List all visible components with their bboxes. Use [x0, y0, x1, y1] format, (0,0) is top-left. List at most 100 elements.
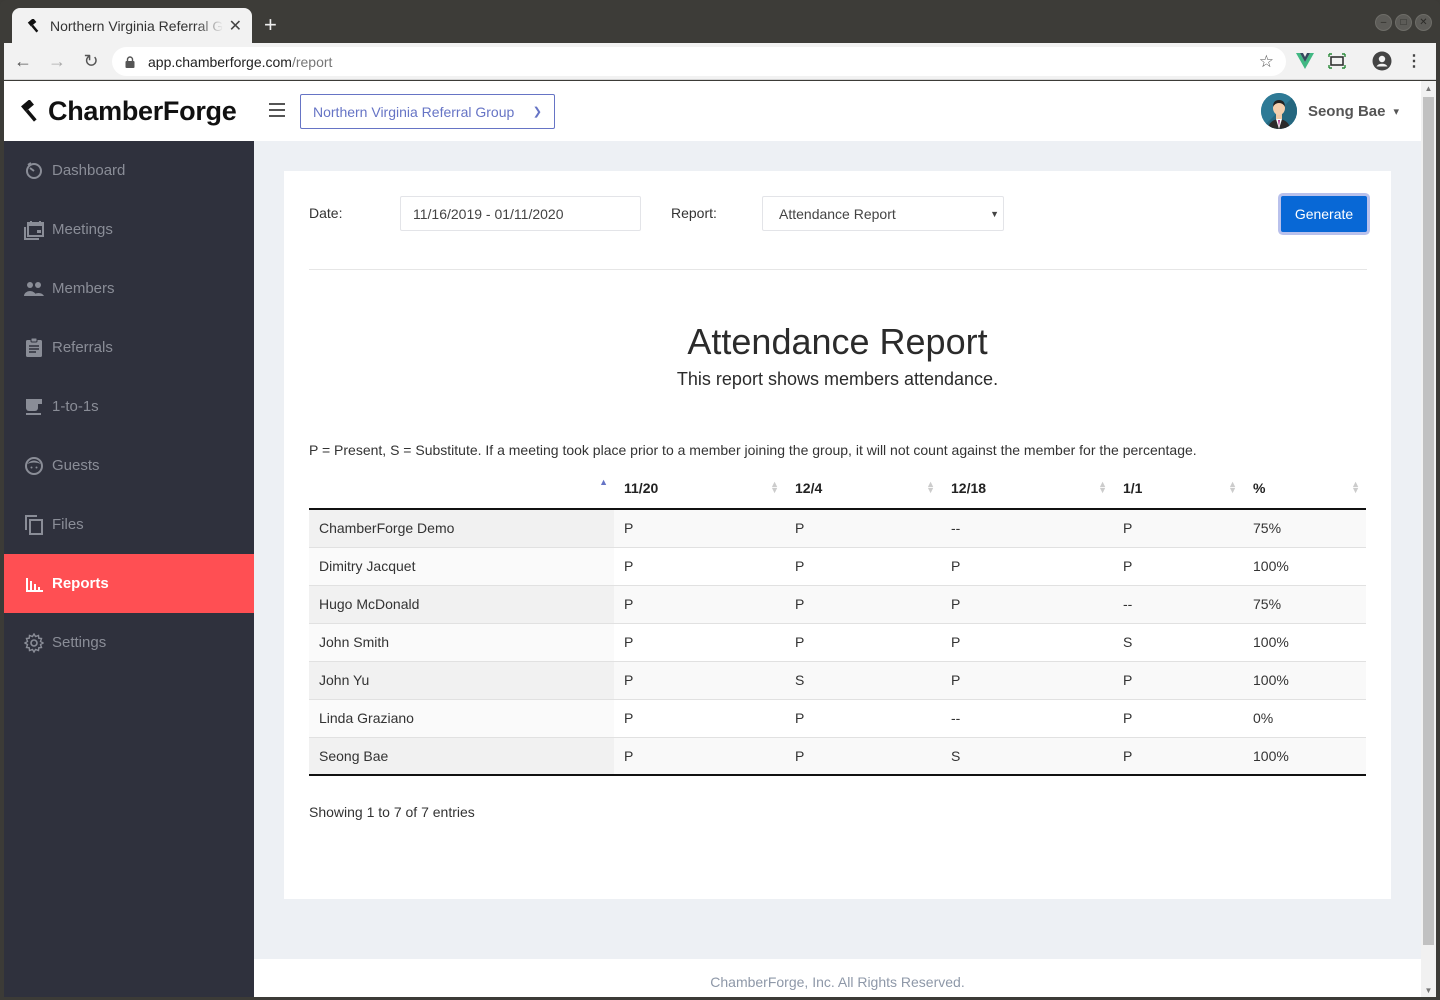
sidebar-item-settings[interactable]: Settings	[4, 613, 254, 672]
dropdown-caret-icon: ▼	[990, 208, 999, 219]
sidebar-item-reports[interactable]: Reports	[4, 554, 254, 613]
url-host: app.chamberforge.com	[148, 53, 292, 70]
attendance-cell: P	[785, 699, 941, 738]
screen-capture-icon[interactable]	[1326, 50, 1348, 72]
sidebar-item-files[interactable]: Files	[4, 495, 254, 554]
sidebar-item-label: Dashboard	[52, 162, 126, 179]
table-row: Linda Graziano P P -- P 0%	[309, 699, 1366, 738]
date-range-input[interactable]: 11/16/2019 - 01/11/2020	[400, 196, 641, 231]
generate-button[interactable]: Generate	[1281, 196, 1367, 232]
sidebar-item-members[interactable]: Members	[4, 259, 254, 318]
report-type-value: Attendance Report	[779, 205, 896, 222]
attendance-cell: P	[1113, 509, 1243, 548]
attendance-cell: S	[941, 737, 1113, 776]
column-header-percent[interactable]: % ▲ ▼	[1243, 467, 1366, 510]
back-button[interactable]: ←	[8, 46, 38, 76]
footer: ChamberForge, Inc. All Rights Reserved.	[254, 959, 1421, 997]
attendance-cell: P	[614, 623, 785, 662]
window-close-button[interactable]: ✕	[1415, 14, 1432, 31]
tab-title: Northern Virginia Referral Group	[50, 17, 223, 34]
sidebar-item-referrals[interactable]: Referrals	[4, 318, 254, 377]
table-row: Seong Bae P P S P 100%	[309, 737, 1366, 776]
attendance-cell: P	[614, 737, 785, 776]
table-row: John Yu P S P P 100%	[309, 661, 1366, 700]
attendance-cell: P	[941, 661, 1113, 700]
report-label: Report:	[671, 205, 717, 221]
page-scrollbar[interactable]: ▲ ▼	[1421, 81, 1436, 997]
bar-chart-icon	[24, 574, 44, 594]
sidebar-item-label: Files	[52, 516, 84, 533]
percent-cell: 75%	[1243, 509, 1366, 548]
clipboard-icon	[24, 338, 44, 358]
vue-devtools-icon[interactable]	[1294, 50, 1316, 72]
scrollbar-thumb[interactable]	[1423, 97, 1434, 945]
attendance-cell: P	[614, 547, 785, 586]
date-label: Date:	[309, 205, 343, 221]
group-selector-label: Northern Virginia Referral Group	[313, 103, 515, 120]
table-info: Showing 1 to 7 of 7 entries	[309, 804, 475, 820]
app-viewport: ChamberForge Dashboard Meetings Members	[4, 81, 1436, 997]
report-legend: P = Present, S = Substitute. If a meetin…	[309, 442, 1197, 458]
member-name-cell: John Smith	[309, 623, 614, 662]
report-subtitle: This report shows members attendance.	[676, 369, 999, 389]
attendance-cell: P	[1113, 547, 1243, 586]
sidebar-item-label: 1-to-1s	[52, 398, 99, 415]
coffee-icon	[24, 397, 44, 417]
attendance-cell: S	[785, 661, 941, 700]
attendance-cell: P	[785, 509, 941, 548]
member-name-cell: Seong Bae	[309, 737, 614, 776]
sidebar-item-1-to-1s[interactable]: 1-to-1s	[4, 377, 254, 436]
avatar	[1260, 93, 1297, 129]
menu-toggle-icon[interactable]	[269, 103, 285, 117]
maximize-button[interactable]: □	[1395, 14, 1412, 31]
report-type-select[interactable]: Attendance Report ▼	[762, 196, 1004, 231]
lock-icon	[125, 55, 135, 68]
address-bar[interactable]: app.chamberforge.com/report ☆	[112, 47, 1286, 76]
sidebar-item-guests[interactable]: Guests	[4, 436, 254, 495]
sidebar-item-meetings[interactable]: Meetings	[4, 200, 254, 259]
sidebar: ChamberForge Dashboard Meetings Members	[4, 81, 254, 997]
attendance-table: ▲ 11/20 ▲ ▼ 12/4 ▲ ▼ 12/18 ▲ ▼ 1/1 ▲ ▼ % ▲ ▼ Chamb…	[309, 467, 1366, 776]
divider	[309, 269, 1367, 270]
sort-icon: ▲ ▼	[1228, 479, 1237, 495]
user-menu[interactable]: Seong Bae ▾	[1260, 93, 1399, 129]
table-row: John Smith P P P S 100%	[309, 623, 1366, 662]
sort-icon: ▲ ▼	[926, 479, 935, 495]
report-title: Attendance Report	[687, 321, 988, 362]
group-selector[interactable]: Northern Virginia Referral Group ❯	[300, 94, 555, 129]
bookmark-star-icon[interactable]: ☆	[1259, 52, 1274, 72]
scroll-up-arrow[interactable]: ▲	[1421, 81, 1436, 95]
gavel-icon	[26, 18, 42, 34]
people-icon	[24, 279, 44, 299]
report-filters: Date: 11/16/2019 - 01/11/2020 Report: At…	[309, 196, 1367, 232]
browser-toolbar: ← → ↻ app.chamberforge.com/report ☆ ⋮	[4, 43, 1436, 80]
column-header-name[interactable]: ▲	[309, 467, 614, 510]
minimize-button[interactable]: –	[1375, 14, 1392, 31]
logo[interactable]: ChamberForge	[4, 81, 254, 141]
member-name-cell: John Yu	[309, 661, 614, 700]
attendance-cell: P	[941, 623, 1113, 662]
column-header-date[interactable]: 12/18 ▲ ▼	[941, 467, 1113, 510]
forward-button[interactable]: →	[42, 46, 72, 76]
files-icon	[24, 514, 44, 535]
brand-name: ChamberForge	[48, 95, 237, 126]
scroll-down-arrow[interactable]: ▼	[1421, 983, 1436, 997]
attendance-cell: --	[941, 509, 1113, 548]
browser-tab[interactable]: Northern Virginia Referral Group ✕	[12, 8, 252, 43]
column-header-date[interactable]: 1/1 ▲ ▼	[1113, 467, 1243, 510]
gavel-logo-icon	[21, 100, 37, 122]
profile-icon[interactable]	[1371, 50, 1393, 72]
sort-asc-icon: ▲	[599, 477, 608, 487]
column-header-date[interactable]: 12/4 ▲ ▼	[785, 467, 941, 510]
tab-strip: Northern Virginia Referral Group ✕ + – □…	[0, 0, 1440, 43]
column-header-date[interactable]: 11/20 ▲ ▼	[614, 467, 785, 510]
sort-icon: ▲ ▼	[1098, 479, 1107, 495]
browser-menu-icon[interactable]: ⋮	[1403, 50, 1425, 72]
reload-button[interactable]: ↻	[76, 46, 106, 76]
close-tab-icon[interactable]: ✕	[229, 16, 242, 36]
date-range-value: 11/16/2019 - 01/11/2020	[413, 205, 564, 222]
dashboard-icon	[24, 161, 44, 181]
attendance-cell: P	[614, 585, 785, 624]
sidebar-item-dashboard[interactable]: Dashboard	[4, 141, 254, 200]
new-tab-button[interactable]: +	[264, 12, 277, 38]
